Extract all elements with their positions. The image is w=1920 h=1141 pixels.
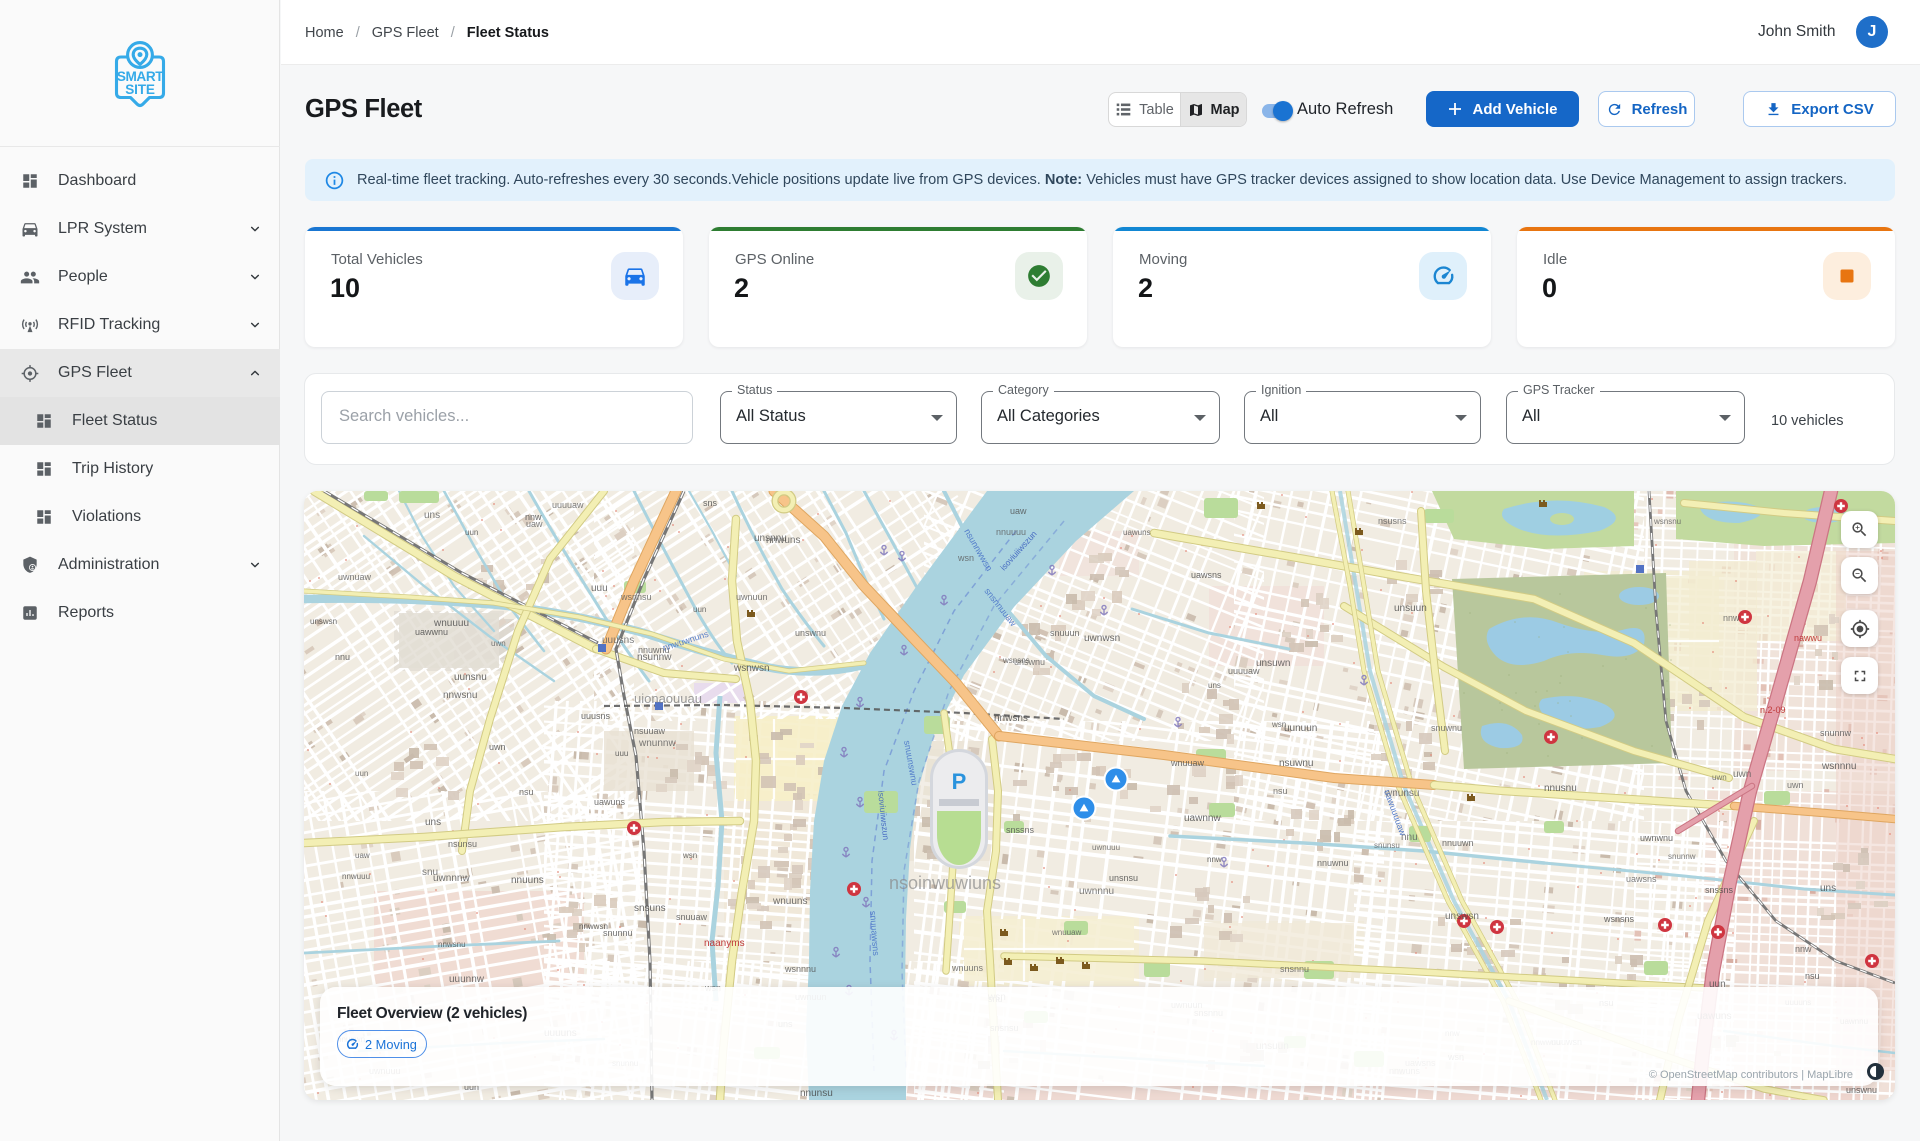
svg-text:n.2-09: n.2-09 [1760,705,1786,715]
svg-text:uwnuaw: uwnuaw [338,572,372,582]
svg-text:snuwnu: snuwnu [1431,723,1462,733]
svg-text:nsusns: nsusns [1378,516,1407,526]
svg-text:uawnnw: uawnnw [1184,813,1221,824]
svg-text:wnuuaw: wnuuaw [1051,928,1082,937]
svg-text:snuuaw: snuuaw [676,912,708,922]
svg-text:nsuuaw: nsuuaw [634,726,666,736]
svg-text:wsnnnu: wsnnnu [1821,761,1856,772]
svg-text:uuusns: uuusns [602,635,634,646]
svg-text:unsuwn: unsuwn [1256,658,1290,669]
svg-text:wnuuuu: wnuuuu [433,618,469,629]
svg-text:nnw: nnw [1795,944,1812,954]
svg-text:nnu: nnu [335,652,350,662]
svg-text:nnuwnu: nnuwnu [1317,858,1349,868]
svg-text:nsu: nsu [519,787,534,797]
svg-text:nnwsnu: nnwsnu [438,940,466,949]
svg-text:SITE: SITE [125,82,155,97]
svg-text:uun: uun [355,769,368,778]
svg-text:nnusnu: nnusnu [1544,783,1577,794]
svg-text:uns: uns [1208,681,1221,690]
svg-text:sns: sns [703,498,718,508]
svg-text:uwn: uwn [1712,773,1727,782]
svg-text:uuuuaw: uuuuaw [552,500,584,510]
svg-text:nnwsns: nnwsns [994,713,1028,724]
svg-text:uwnwsn: uwnwsn [1084,633,1120,644]
svg-text:nnunsu: nnunsu [800,1088,833,1099]
svg-text:snssns: snssns [1705,885,1734,895]
svg-text:uuunnw: uuunnw [449,974,485,985]
svg-text:nsunsu: nsunsu [448,839,477,849]
svg-text:uns: uns [1820,883,1836,894]
svg-text:snunnw: snunnw [1668,852,1696,861]
svg-text:nnw: nnw [1723,613,1740,623]
svg-text:wsnnnu: wsnnnu [784,964,816,974]
svg-text:snunsu: snunsu [1374,841,1400,850]
svg-text:wsnnsu: wsnnsu [620,592,652,602]
svg-text:wnuuaw: wnuuaw [1170,758,1205,768]
svg-text:nnw: nnw [1207,855,1222,864]
svg-text:uwn: uwn [489,742,506,752]
svg-text:nsu: nsu [1273,786,1288,796]
svg-text:naanyms: naanyms [704,938,745,949]
svg-text:wnuuns: wnuuns [951,963,984,973]
svg-text:uwnnnw: uwnnnw [433,873,470,884]
svg-text:uaw: uaw [355,851,370,860]
svg-text:wsnsns: wsnsns [1002,656,1030,665]
svg-text:wsnwsn: wsnwsn [733,663,770,674]
svg-text:uawuns: uawuns [594,797,626,807]
svg-text:wnuuns: wnuuns [772,896,807,907]
svg-text:uunuun: uunuun [1284,723,1317,734]
svg-text:uwnnnu: uwnnnu [1079,886,1114,897]
svg-text:nnwuuu: nnwuuu [342,872,370,881]
svg-text:unswnu: unswnu [1846,1085,1877,1095]
svg-text:nnuuwn: nnuuwn [1442,838,1474,848]
svg-text:nnuuuu: nnuuuu [996,527,1026,537]
svg-text:P: P [952,769,967,794]
svg-text:nsoinwuwiuns: nsoinwuwiuns [889,873,1001,893]
svg-text:uunsnu: uunsnu [454,672,487,683]
svg-text:uaw: uaw [1010,506,1027,516]
svg-text:uun: uun [465,528,478,537]
svg-text:wsn: wsn [682,851,697,860]
svg-text:wsnsns: wsnsns [1603,914,1635,924]
svg-text:uaw: uaw [526,519,543,529]
svg-text:nnwsnu: nnwsnu [443,690,477,701]
svg-text:unsuun: unsuun [1394,603,1427,614]
svg-text:nsu: nsu [1805,971,1820,981]
svg-text:uun: uun [693,605,706,614]
svg-text:wsn: wsn [957,553,974,563]
svg-text:unswsn: unswsn [1445,911,1479,922]
svg-text:uionaouuau: uionaouuau [634,691,702,706]
svg-text:wsnsnu: wsnsnu [1653,517,1681,526]
svg-text:uuu: uuu [591,583,608,594]
svg-text:nnwuns: nnwuns [766,535,800,546]
svg-text:uns: uns [425,817,441,828]
svg-text:uwn: uwn [1787,780,1804,790]
svg-text:snsuns: snsuns [634,903,666,914]
svg-text:snssns: snssns [1006,825,1035,835]
svg-text:unswnu: unswnu [795,628,826,638]
svg-text:uuu: uuu [615,749,628,758]
svg-text:uawuns: uawuns [1123,528,1151,537]
svg-text:uwnuun: uwnuun [736,592,768,602]
svg-text:snunnw: snunnw [1820,728,1852,738]
svg-text:uns: uns [424,510,440,521]
svg-text:snuuun: snuuun [1050,628,1080,638]
svg-text:uwn: uwn [1733,769,1751,780]
svg-text:nnuuns: nnuuns [511,875,544,886]
svg-text:snsnnu: snsnnu [1280,964,1309,974]
svg-text:nnwwsn: nnwwsn [579,922,608,931]
svg-text:unswsn: unswsn [310,617,337,626]
svg-text:nsuwnu: nsuwnu [1279,758,1313,769]
svg-text:uwn: uwn [491,639,506,648]
svg-text:uwnuuu: uwnuuu [1092,843,1120,852]
svg-text:nawwu: nawwu [1794,633,1822,643]
svg-text:uawsns: uawsns [1626,874,1657,884]
svg-text:uawsns: uawsns [1191,570,1222,580]
svg-text:wnunnw: wnunnw [638,738,676,749]
svg-text:uuusns: uuusns [581,711,611,721]
svg-text:uwnwnu: uwnwnu [1640,833,1673,843]
svg-text:unsnsu: unsnsu [1109,873,1138,883]
